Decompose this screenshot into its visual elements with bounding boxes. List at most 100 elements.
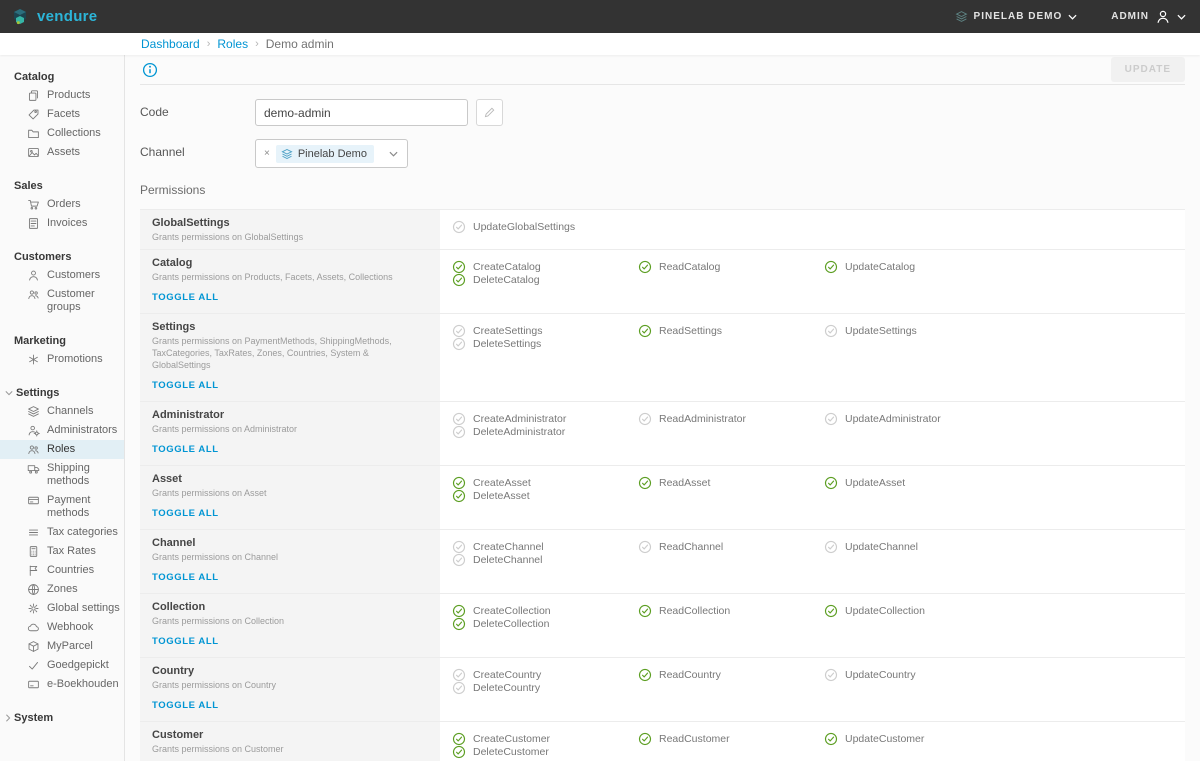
circle-check-icon: [824, 324, 838, 338]
permission-checkbox-createchannel[interactable]: CreateChannel: [452, 541, 638, 554]
sidebar-item-collections[interactable]: Collections: [0, 124, 124, 143]
permission-checkbox-label: ReadAsset: [659, 477, 710, 489]
permission-checkbox-readadministrator[interactable]: ReadAdministrator: [638, 413, 824, 426]
breadcrumb-roles[interactable]: Roles: [217, 37, 248, 51]
sidebar-item-global-settings[interactable]: Global settings: [0, 599, 124, 618]
permission-checkbox-readcustomer[interactable]: ReadCustomer: [638, 733, 824, 746]
sidebar: CatalogProductsFacetsCollectionsAssetsSa…: [0, 55, 125, 761]
update-button[interactable]: UPDATE: [1111, 57, 1185, 82]
permission-name: Country: [152, 665, 428, 677]
permission-checkbox-readchannel[interactable]: ReadChannel: [638, 541, 824, 554]
vendure-logo[interactable]: vendure: [10, 7, 97, 27]
permission-checkbox-createcountry[interactable]: CreateCountry: [452, 669, 638, 682]
sidebar-item-channels[interactable]: Channels: [0, 402, 124, 421]
permission-checkbox-deletecountry[interactable]: DeleteCountry: [452, 682, 638, 695]
permission-name: Channel: [152, 537, 428, 549]
sidebar-item-roles[interactable]: Roles: [0, 440, 124, 459]
sidebar-section-sales: SalesOrdersInvoices: [0, 177, 124, 233]
permission-checkbox-deletecustomer[interactable]: DeleteCustomer: [452, 746, 638, 759]
breadcrumb-dashboard[interactable]: Dashboard: [141, 37, 200, 51]
sidebar-item-label: Channels: [47, 405, 93, 418]
channel-chip-label: Pinelab Demo: [298, 148, 367, 160]
permission-checkbox-createasset[interactable]: CreateAsset: [452, 477, 638, 490]
sidebar-item-products[interactable]: Products: [0, 86, 124, 105]
permission-checkbox-readcollection[interactable]: ReadCollection: [638, 605, 824, 618]
user-menu[interactable]: ADMIN: [1111, 9, 1186, 25]
sidebar-item-facets[interactable]: Facets: [0, 105, 124, 124]
permission-checkbox-label: CreateAdministrator: [473, 413, 566, 425]
sidebar-item-e-boekhouden[interactable]: e-Boekhouden: [0, 675, 124, 694]
sidebar-item-orders[interactable]: Orders: [0, 195, 124, 214]
sidebar-item-tax-rates[interactable]: Tax Rates: [0, 542, 124, 561]
circle-check-icon: [824, 668, 838, 682]
permission-checkbox-createsettings[interactable]: CreateSettings: [452, 325, 638, 338]
edit-code-button[interactable]: [476, 99, 503, 126]
sidebar-item-label: Shipping methods: [47, 462, 120, 488]
permission-checkbox-deletecatalog[interactable]: DeleteCatalog: [452, 274, 638, 287]
sidebar-item-invoices[interactable]: Invoices: [0, 214, 124, 233]
permission-checkbox-readcatalog[interactable]: ReadCatalog: [638, 261, 824, 274]
permission-checkbox-deleteasset[interactable]: DeleteAsset: [452, 490, 638, 503]
circle-check-icon: [452, 476, 466, 490]
channel-select[interactable]: × Pinelab Demo: [255, 139, 408, 168]
permission-checkbox-updatecustomer[interactable]: UpdateCustomer: [824, 733, 1010, 746]
permission-checkbox-label: DeleteAdministrator: [473, 426, 565, 438]
permission-checkbox-updatecountry[interactable]: UpdateCountry: [824, 669, 1010, 682]
toggle-all-button[interactable]: TOGGLE ALL: [152, 508, 219, 519]
permission-checkbox-updateglobalsettings[interactable]: UpdateGlobalSettings: [452, 221, 638, 234]
permission-checkbox-updateadministrator[interactable]: UpdateAdministrator: [824, 413, 1010, 426]
permission-checkbox-readsettings[interactable]: ReadSettings: [638, 325, 824, 338]
sidebar-item-label: Countries: [47, 564, 94, 577]
sidebar-item-payment-methods[interactable]: Payment methods: [0, 491, 124, 523]
permission-name: Catalog: [152, 257, 428, 269]
remove-channel-icon[interactable]: ×: [261, 147, 273, 160]
sidebar-item-promotions[interactable]: Promotions: [0, 350, 124, 369]
chevron-right-icon: [5, 714, 11, 722]
permission-checkbox-deleteadministrator[interactable]: DeleteAdministrator: [452, 426, 638, 439]
sidebar-item-tax-categories[interactable]: Tax categories: [0, 523, 124, 542]
permission-checkbox-updateasset[interactable]: UpdateAsset: [824, 477, 1010, 490]
sidebar-section-header-system[interactable]: System: [0, 709, 124, 727]
permission-checkboxes: UpdateGlobalSettings: [440, 210, 1185, 249]
role-detail-page: UPDATE Code Channel: [125, 55, 1200, 761]
permission-row-info: SettingsGrants permissions on PaymentMet…: [140, 314, 440, 401]
permission-checkbox-createcatalog[interactable]: CreateCatalog: [452, 261, 638, 274]
sidebar-section-header-settings[interactable]: Settings: [0, 384, 124, 402]
sidebar-item-label: Customer groups: [47, 288, 120, 314]
sidebar-item-zones[interactable]: Zones: [0, 580, 124, 599]
toggle-all-button[interactable]: TOGGLE ALL: [152, 292, 219, 303]
sidebar-item-myparcel[interactable]: MyParcel: [0, 637, 124, 656]
channel-switcher[interactable]: PINELAB DEMO: [955, 10, 1078, 23]
permission-checkbox-deletecollection[interactable]: DeleteCollection: [452, 618, 638, 631]
permission-checkbox-updatecatalog[interactable]: UpdateCatalog: [824, 261, 1010, 274]
sidebar-item-webhook[interactable]: Webhook: [0, 618, 124, 637]
permission-checkbox-readasset[interactable]: ReadAsset: [638, 477, 824, 490]
permission-checkbox-updatecollection[interactable]: UpdateCollection: [824, 605, 1010, 618]
toggle-all-button[interactable]: TOGGLE ALL: [152, 636, 219, 647]
permission-checkbox-createcustomer[interactable]: CreateCustomer: [452, 733, 638, 746]
toggle-all-button[interactable]: TOGGLE ALL: [152, 700, 219, 711]
sidebar-item-countries[interactable]: Countries: [0, 561, 124, 580]
permission-checkbox-readcountry[interactable]: ReadCountry: [638, 669, 824, 682]
permission-checkboxes: CreateAsset ReadAsset UpdateAsset DeleteAss…: [440, 466, 1185, 529]
sidebar-item-administrators[interactable]: Administrators: [0, 421, 124, 440]
permission-description: Grants permissions on Collection: [152, 615, 428, 627]
sidebar-item-assets[interactable]: Assets: [0, 143, 124, 162]
circle-check-icon: [452, 489, 466, 503]
permission-checkbox-updatesettings[interactable]: UpdateSettings: [824, 325, 1010, 338]
permission-checkbox-createadministrator[interactable]: CreateAdministrator: [452, 413, 638, 426]
sidebar-item-shipping-methods[interactable]: Shipping methods: [0, 459, 124, 491]
sidebar-item-customer-groups[interactable]: Customer groups: [0, 285, 124, 317]
toggle-all-button[interactable]: TOGGLE ALL: [152, 572, 219, 583]
permission-checkbox-createcollection[interactable]: CreateCollection: [452, 605, 638, 618]
permission-checkbox-updatechannel[interactable]: UpdateChannel: [824, 541, 1010, 554]
permission-checkbox-deletesettings[interactable]: DeleteSettings: [452, 338, 638, 351]
code-input[interactable]: [255, 99, 468, 126]
sidebar-item-customers[interactable]: Customers: [0, 266, 124, 285]
permission-checkbox-label: DeleteSettings: [473, 338, 541, 350]
permission-checkbox-deletechannel[interactable]: DeleteChannel: [452, 554, 638, 567]
toggle-all-button[interactable]: TOGGLE ALL: [152, 444, 219, 455]
toggle-all-button[interactable]: TOGGLE ALL: [152, 380, 219, 391]
info-icon[interactable]: [140, 60, 160, 80]
sidebar-item-goedgepickt[interactable]: Goedgepickt: [0, 656, 124, 675]
